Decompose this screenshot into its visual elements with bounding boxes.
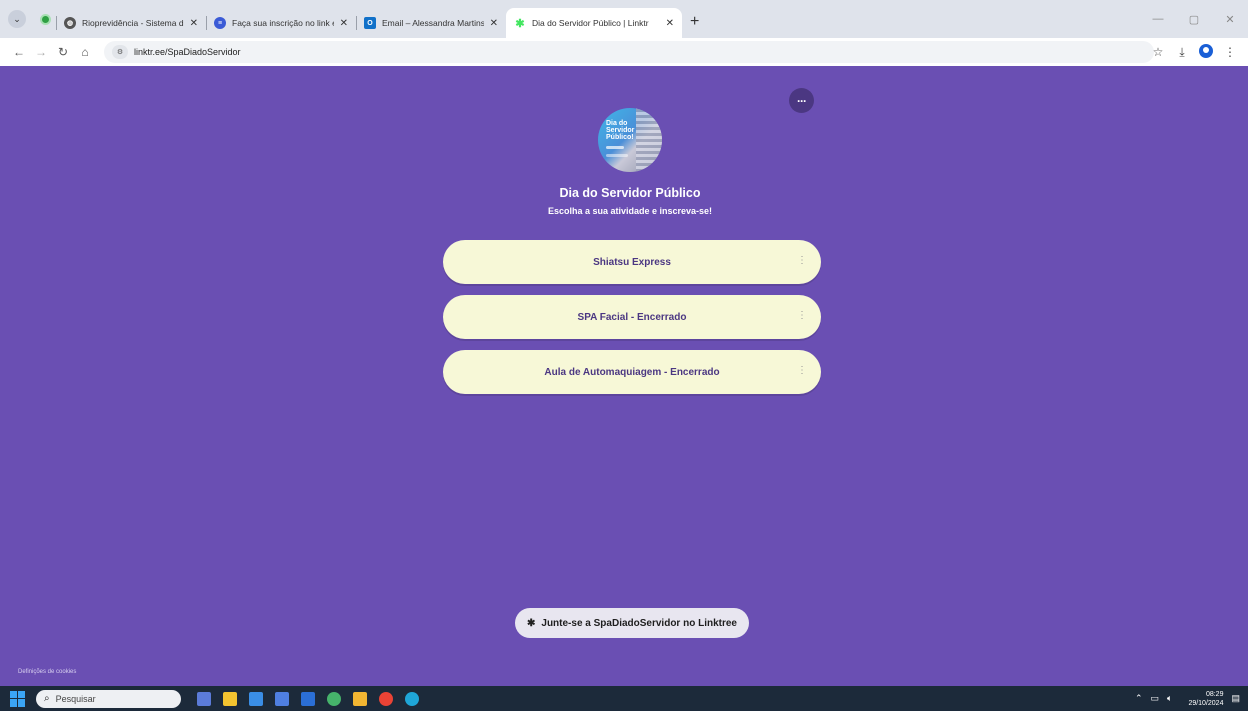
tab-forms[interactable]: ≡ Faça sua inscrição no link envia ✕ — [206, 8, 356, 38]
cookie-settings-link[interactable]: Definições de cookies — [18, 669, 76, 675]
edge-icon[interactable] — [405, 691, 419, 706]
link-options-icon[interactable]: ⋮ — [797, 365, 807, 376]
download-icon[interactable]: ⤓ — [1170, 45, 1194, 60]
close-icon[interactable]: ✕ — [190, 18, 198, 29]
profile-title: Dia do Servidor Público — [559, 186, 701, 200]
avatar-decoration — [606, 154, 628, 157]
tab-search-chevron-icon[interactable]: ⌄ — [8, 10, 26, 28]
new-tab-button[interactable]: + — [690, 13, 699, 31]
file-explorer-icon[interactable] — [223, 691, 237, 706]
clock-date: 29/10/2024 — [1188, 699, 1224, 707]
forms-icon: ≡ — [214, 17, 226, 29]
clock-time: 08:29 — [1205, 690, 1224, 698]
minimize-icon[interactable]: — — [1140, 13, 1176, 25]
chrome-icon[interactable] — [379, 691, 393, 706]
link-label: Aula de Automaquiagem - Encerrado — [544, 366, 720, 378]
taskbar-apps — [191, 691, 425, 706]
browser-toolbar: ← → ↻ ⌂ ⚙ linktr.ee/SpaDiadoServidor ☆ ⤓… — [0, 38, 1248, 66]
link-label: SPA Facial - Encerrado — [577, 311, 687, 323]
calendar-icon[interactable] — [301, 691, 315, 706]
volume-icon[interactable]: 🔈︎ — [1167, 693, 1172, 704]
search-icon: ⌕ — [44, 693, 50, 704]
link-options-icon[interactable]: ⋮ — [797, 255, 807, 266]
windows-taskbar: ⌕ Pesquisar ⌃ ▭ 🔈︎ 08:29 29/10/2024 ▤ — [0, 686, 1248, 711]
tab-email[interactable]: O Email – Alessandra Martins Silva ✕ — [356, 8, 506, 38]
link-options-icon[interactable]: ⋮ — [797, 310, 807, 321]
restore-icon[interactable]: ▢ — [1176, 13, 1212, 26]
share-more-button[interactable]: ··· — [789, 88, 814, 113]
avatar-text: Dia do Servidor Público! — [606, 120, 635, 141]
profile-subtitle: Escolha a sua atividade e inscreva-se! — [547, 206, 713, 216]
store-icon[interactable] — [249, 691, 263, 706]
snipping-tool-icon[interactable] — [275, 691, 289, 706]
globe-icon: ◍ — [64, 17, 76, 29]
home-icon[interactable]: ⌂ — [74, 45, 96, 59]
window-controls: — ▢ ✕ — [1140, 0, 1248, 38]
clock[interactable]: 08:29 29/10/2024 — [1180, 690, 1223, 708]
windows-start-icon[interactable] — [10, 690, 26, 707]
tab-title: Faça sua inscrição no link envia — [232, 18, 334, 28]
linktree-icon: ✱ — [515, 17, 525, 30]
close-icon[interactable]: ✕ — [490, 18, 498, 29]
linktree-logo-icon: ✱ — [527, 617, 536, 629]
reload-icon[interactable]: ↻ — [52, 45, 74, 59]
sticky-notes-icon[interactable] — [353, 691, 367, 706]
avatar-decoration — [606, 146, 624, 149]
teams-icon[interactable] — [327, 691, 341, 706]
forward-icon[interactable]: → — [30, 45, 52, 59]
join-label: Junte-se a SpaDiadoServidor no Linktree — [541, 617, 737, 629]
link-button-spa-facial[interactable]: SPA Facial - Encerrado ⋮ — [443, 295, 821, 339]
close-icon[interactable]: ✕ — [666, 18, 674, 29]
pinned-tab[interactable] — [34, 8, 56, 30]
close-window-icon[interactable]: ✕ — [1212, 13, 1248, 26]
tab-linktree[interactable]: ✱ Dia do Servidor Público | Linktr ✕ — [506, 8, 682, 38]
tab-title: Dia do Servidor Público | Linktr — [532, 18, 649, 28]
site-info-icon[interactable]: ⚙ — [112, 45, 128, 59]
tab-title: Email – Alessandra Martins Silva — [382, 18, 484, 28]
url-text: linktr.ee/SpaDiadoServidor — [134, 47, 241, 57]
address-bar[interactable]: ⚙ linktr.ee/SpaDiadoServidor — [104, 41, 1154, 63]
browser-menu-icon[interactable]: ⋮ — [1218, 45, 1242, 59]
back-icon[interactable]: ← — [8, 45, 30, 59]
linktree-page: ··· Dia do Servidor Público! Dia do Serv… — [0, 66, 1248, 686]
taskbar-search[interactable]: ⌕ Pesquisar — [36, 689, 181, 708]
task-view-icon[interactable] — [197, 691, 211, 706]
outlook-icon: O — [364, 17, 376, 29]
profile-avatar-image: Dia do Servidor Público! — [598, 108, 662, 172]
link-button-shiatsu[interactable]: Shiatsu Express ⋮ — [443, 240, 821, 284]
close-icon[interactable]: ✕ — [340, 18, 348, 29]
join-linktree-button[interactable]: ✱ Junte-se a SpaDiadoServidor no Linktre… — [515, 608, 749, 638]
profile-avatar[interactable] — [1194, 43, 1218, 61]
search-placeholder: Pesquisar — [55, 693, 96, 704]
notification-icon[interactable]: ▤ — [1231, 693, 1240, 704]
browser-tab-strip: ⌄ ◍ Rioprevidência - Sistema de Po ✕ ≡ F… — [0, 0, 1248, 38]
tab-rioprevidencia[interactable]: ◍ Rioprevidência - Sistema de Po ✕ — [56, 8, 206, 38]
avatar-building-graphic — [636, 108, 662, 172]
tray-chevron-icon[interactable]: ⌃ — [1135, 693, 1143, 704]
tab-title: Rioprevidência - Sistema de Po — [82, 18, 184, 28]
bookmark-star-icon[interactable]: ☆ — [1146, 45, 1170, 59]
system-tray: ⌃ ▭ 🔈︎ 08:29 29/10/2024 ▤ — [1127, 686, 1240, 711]
profile-icon — [1199, 43, 1213, 58]
pinned-tab-icon — [39, 13, 51, 25]
link-button-automaquiagem[interactable]: Aula de Automaquiagem - Encerrado ⋮ — [443, 350, 821, 394]
link-label: Shiatsu Express — [593, 256, 671, 268]
network-icon[interactable]: ▭ — [1151, 693, 1160, 704]
toolbar-actions: ☆ ⤓ ⋮ — [1146, 38, 1242, 66]
